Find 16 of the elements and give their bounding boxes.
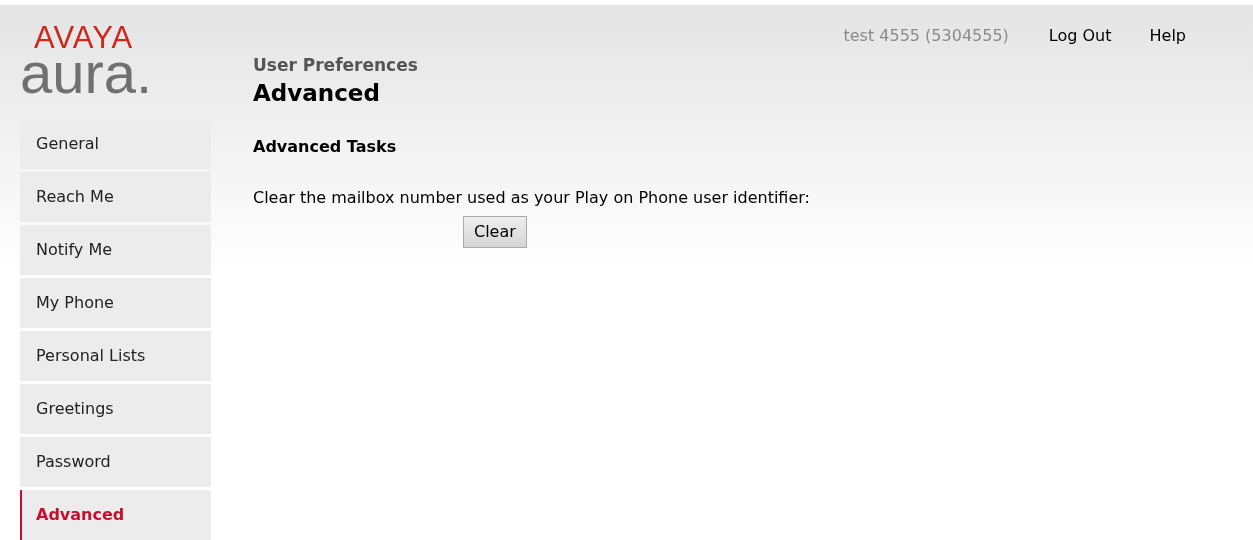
sidebar-item[interactable]: My Phone [20, 278, 211, 328]
header-link[interactable]: Help [1149, 24, 1186, 48]
sidebar-item[interactable]: Password [20, 437, 211, 487]
breadcrumb: User Preferences [253, 55, 419, 75]
user-name: test 4555 (5304555) [843, 25, 1009, 47]
sidebar-item[interactable]: Greetings [20, 384, 211, 434]
instruction-text: Clear the mailbox number used as your Play on Phone user identifier: [253, 187, 811, 209]
clear-button[interactable]: Clear [463, 216, 527, 248]
sidebar-item[interactable]: Notify Me [20, 225, 211, 275]
sidebar-item[interactable]: Reach Me [20, 172, 211, 222]
sidebar-item[interactable]: General [20, 119, 211, 169]
page-title: Advanced [253, 79, 381, 107]
section-heading: Advanced Tasks [253, 136, 398, 158]
sidebar-item[interactable]: Advanced [20, 490, 211, 540]
sidebar-item[interactable]: Personal Lists [20, 331, 211, 381]
header-link[interactable]: Log Out [1048, 24, 1112, 48]
